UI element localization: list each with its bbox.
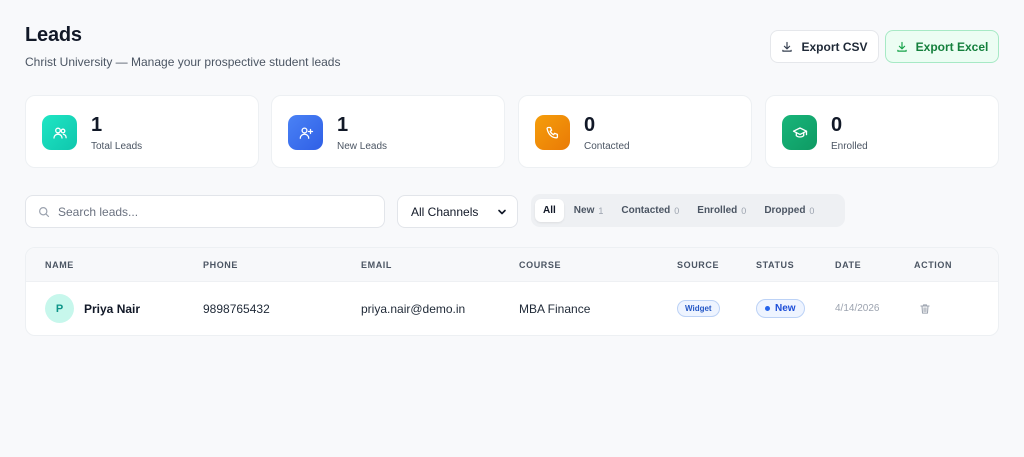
lead-course: MBA Finance (519, 302, 591, 316)
stat-card-enrolled: 0 Enrolled (765, 95, 999, 168)
table-header: NAME PHONE EMAIL COURSE SOURCE STATUS DA… (26, 248, 998, 282)
search-box[interactable] (25, 195, 385, 228)
column-header-phone: PHONE (203, 260, 239, 270)
lead-phone: 9898765432 (203, 302, 270, 316)
stat-value: 1 (91, 114, 103, 136)
stat-card-contacted: 0 Contacted (518, 95, 752, 168)
lead-name: Priya Nair (84, 302, 141, 316)
status-label: New (775, 303, 796, 314)
phone-icon (535, 115, 570, 150)
filter-label: Contacted (621, 205, 671, 216)
filter-count: 0 (674, 205, 680, 216)
stat-label: Contacted (584, 141, 630, 152)
channel-select[interactable]: All Channels (397, 195, 518, 228)
export-csv-button[interactable]: Export CSV (770, 30, 879, 63)
page-header: Leads Christ University — Manage your pr… (25, 24, 340, 69)
filter-count: 0 (741, 205, 747, 216)
filter-label: Dropped (764, 205, 806, 216)
page-subtitle: Christ University — Manage your prospect… (25, 55, 341, 69)
export-excel-button[interactable]: Export Excel (885, 30, 999, 63)
download-icon (896, 41, 907, 52)
stat-value: 1 (337, 114, 349, 136)
chevron-down-icon (498, 209, 506, 214)
avatar: P (45, 294, 74, 323)
export-excel-label: Export Excel (915, 39, 989, 54)
filter-label: New (573, 205, 595, 216)
lead-email: priya.nair@demo.in (361, 302, 466, 316)
column-header-source: SOURCE (677, 260, 720, 270)
stat-label: Total Leads (91, 141, 143, 152)
stat-card-new-leads: 1 New Leads (271, 95, 505, 168)
column-header-email: EMAIL (361, 260, 392, 270)
filter-label: All (543, 205, 556, 216)
column-header-action: ACTION (914, 260, 953, 270)
column-header-course: COURSE (519, 260, 562, 270)
filter-contacted[interactable]: Contacted 0 (613, 199, 687, 222)
filter-label: Enrolled (697, 205, 738, 216)
stat-label: New Leads (337, 141, 388, 152)
column-header-date: DATE (835, 260, 862, 270)
filter-count: 0 (809, 205, 815, 216)
channel-select-value: All Channels (411, 204, 479, 219)
export-csv-label: Export CSV (801, 39, 868, 54)
filter-count: 1 (598, 205, 604, 216)
leads-table: NAME PHONE EMAIL COURSE SOURCE STATUS DA… (25, 247, 999, 336)
stat-value: 0 (584, 114, 596, 136)
column-header-name: NAME (45, 260, 74, 270)
column-header-status: STATUS (756, 260, 795, 270)
users-icon (42, 115, 77, 150)
trash-icon[interactable] (919, 303, 931, 315)
status-dot-icon (765, 306, 770, 311)
stat-value: 0 (831, 114, 843, 136)
filter-new[interactable]: New 1 (566, 199, 612, 222)
search-icon (39, 206, 50, 217)
user-plus-icon (288, 115, 323, 150)
source-badge: Widget (677, 300, 720, 317)
filter-all[interactable]: All (535, 199, 564, 222)
filter-dropped[interactable]: Dropped 0 (756, 199, 822, 222)
page-title: Leads (25, 24, 82, 46)
lead-date: 4/14/2026 (835, 303, 880, 314)
status-filter-group: All New 1 Contacted 0 Enrolled 0 Dropped… (531, 194, 845, 227)
graduation-cap-icon (782, 115, 817, 150)
stat-label: Enrolled (831, 141, 868, 152)
search-input[interactable] (58, 204, 358, 219)
status-badge: New (756, 299, 805, 318)
stat-card-total-leads: 1 Total Leads (25, 95, 259, 168)
filter-enrolled[interactable]: Enrolled 0 (689, 199, 754, 222)
download-icon (782, 41, 793, 52)
table-row[interactable]: P Priya Nair 9898765432 priya.nair@demo.… (26, 282, 998, 335)
